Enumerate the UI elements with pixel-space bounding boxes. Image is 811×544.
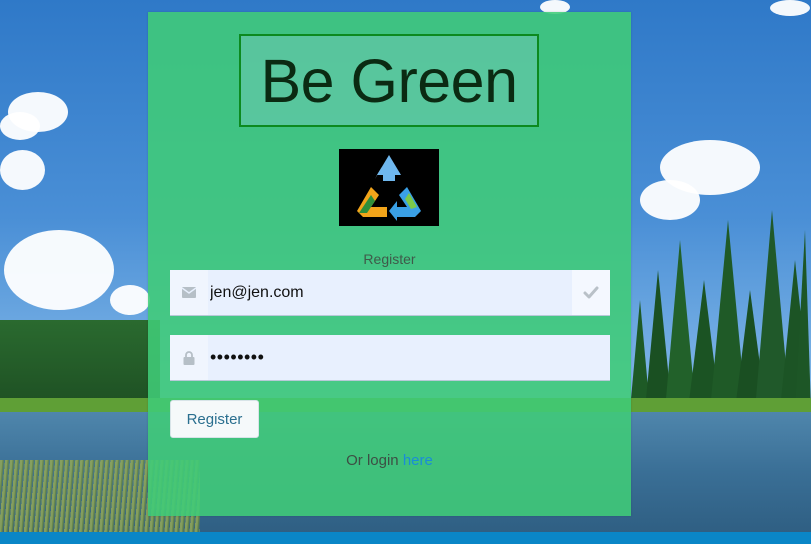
recycle-icon <box>339 149 439 226</box>
forest-left <box>0 320 160 400</box>
password-field[interactable] <box>170 335 610 381</box>
register-panel: Be Green Register jen@jen.com •••••••• R… <box>148 12 631 516</box>
cloud <box>770 0 810 16</box>
lock-icon <box>170 335 208 380</box>
cloud <box>0 150 45 190</box>
login-link[interactable]: here <box>403 452 433 469</box>
cloud <box>0 112 40 140</box>
envelope-icon <box>170 270 208 315</box>
email-input[interactable] <box>210 270 570 315</box>
register-heading: Register <box>363 251 416 267</box>
background-landscape: Be Green Register jen@jen.com •••••••• R… <box>0 0 811 544</box>
page-title: Be Green <box>260 46 518 115</box>
cloud <box>110 285 150 315</box>
login-prefix: Or login <box>346 452 399 469</box>
bottom-bar <box>0 532 811 544</box>
title-box: Be Green <box>239 34 539 127</box>
cloud <box>4 230 114 310</box>
password-input[interactable] <box>210 335 570 380</box>
forest-right <box>630 210 811 410</box>
login-prompt: Or login here <box>148 452 631 469</box>
checkmark-icon <box>572 270 610 315</box>
email-field[interactable] <box>170 270 610 316</box>
register-button[interactable]: Register <box>170 400 259 438</box>
